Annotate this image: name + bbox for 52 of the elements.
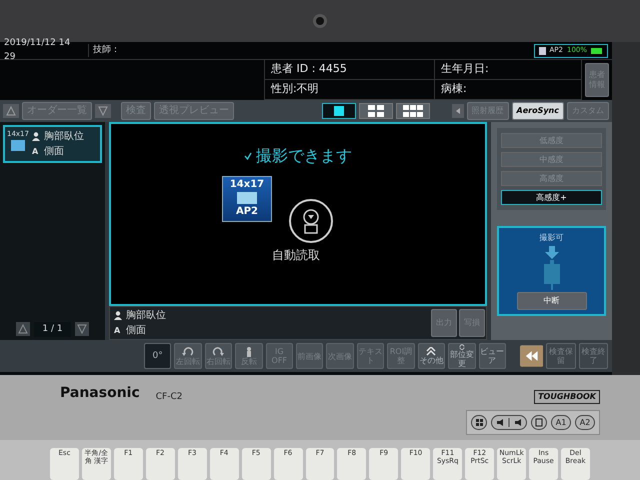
technician-label: 技師： xyxy=(88,44,258,58)
position-label: 胸部臥位 xyxy=(44,130,84,144)
layout-button[interactable] xyxy=(396,103,430,119)
layout-button[interactable] xyxy=(322,103,356,119)
cassette-tile[interactable]: 14x17 AP2 xyxy=(222,176,272,222)
battery-icon xyxy=(591,48,603,54)
check-icon xyxy=(244,152,252,160)
device-icon xyxy=(538,46,546,54)
page-down-icon[interactable] xyxy=(74,322,89,336)
cassette-name: AP2 xyxy=(236,205,258,219)
detector-icon xyxy=(288,198,334,244)
image-icon xyxy=(10,140,25,150)
series-logo: TOUGHBOOK xyxy=(534,390,600,404)
toolbar-button[interactable]: その他 xyxy=(418,343,446,369)
person-icon xyxy=(32,132,40,141)
image-icon xyxy=(237,192,257,204)
stop-button[interactable]: 中断 xyxy=(516,292,586,310)
ready-message: 撮影できます xyxy=(256,145,352,167)
exposure-status: 撮影可 xyxy=(540,232,564,244)
auto-read-label: 自動読取 xyxy=(272,247,320,264)
layout-button[interactable] xyxy=(358,103,393,119)
rotate-left-icon xyxy=(182,346,194,356)
toolbar-button[interactable]: 0° xyxy=(144,343,172,369)
person-icon xyxy=(114,311,122,320)
toolbar-button[interactable]: ビューア xyxy=(478,343,506,369)
sensitivity-button[interactable]: 高感度+ xyxy=(501,190,602,205)
view-mark: A xyxy=(114,324,122,336)
page-counter: 1 / 1 xyxy=(34,322,71,337)
volume-button[interactable] xyxy=(491,415,527,430)
rewind-button[interactable] xyxy=(520,345,544,367)
cassette-size: 14x17 xyxy=(230,178,264,192)
page-up-icon[interactable] xyxy=(16,322,30,336)
hardware-button[interactable]: A2 xyxy=(575,415,595,430)
position-label: 側面 xyxy=(126,324,146,338)
person-icon xyxy=(244,346,253,356)
rotate-right-icon xyxy=(212,346,224,356)
rotate-button[interactable] xyxy=(531,415,547,430)
toolbar-button[interactable]: 部位変更 xyxy=(448,343,476,369)
view-mark: A xyxy=(32,146,40,158)
camera-lens xyxy=(313,14,327,28)
side-tab[interactable]: AeroSync xyxy=(512,102,564,120)
date-time: 2019/11/12 14 29 xyxy=(3,37,72,64)
model-label: CF-C2 xyxy=(156,390,182,404)
collapse-icon[interactable] xyxy=(452,104,464,118)
windows-button[interactable] xyxy=(471,415,487,430)
birth-date-label: 生年月日: xyxy=(435,60,582,80)
position-label: 側面 xyxy=(44,145,64,159)
patient-id: 患者 ID : 4455 xyxy=(265,60,435,80)
hardware-button[interactable]: A1 xyxy=(551,415,571,430)
brand-logo: Panasonic xyxy=(60,384,140,403)
chevrons-up-icon xyxy=(426,347,436,356)
position-label: 胸部臥位 xyxy=(126,308,166,323)
